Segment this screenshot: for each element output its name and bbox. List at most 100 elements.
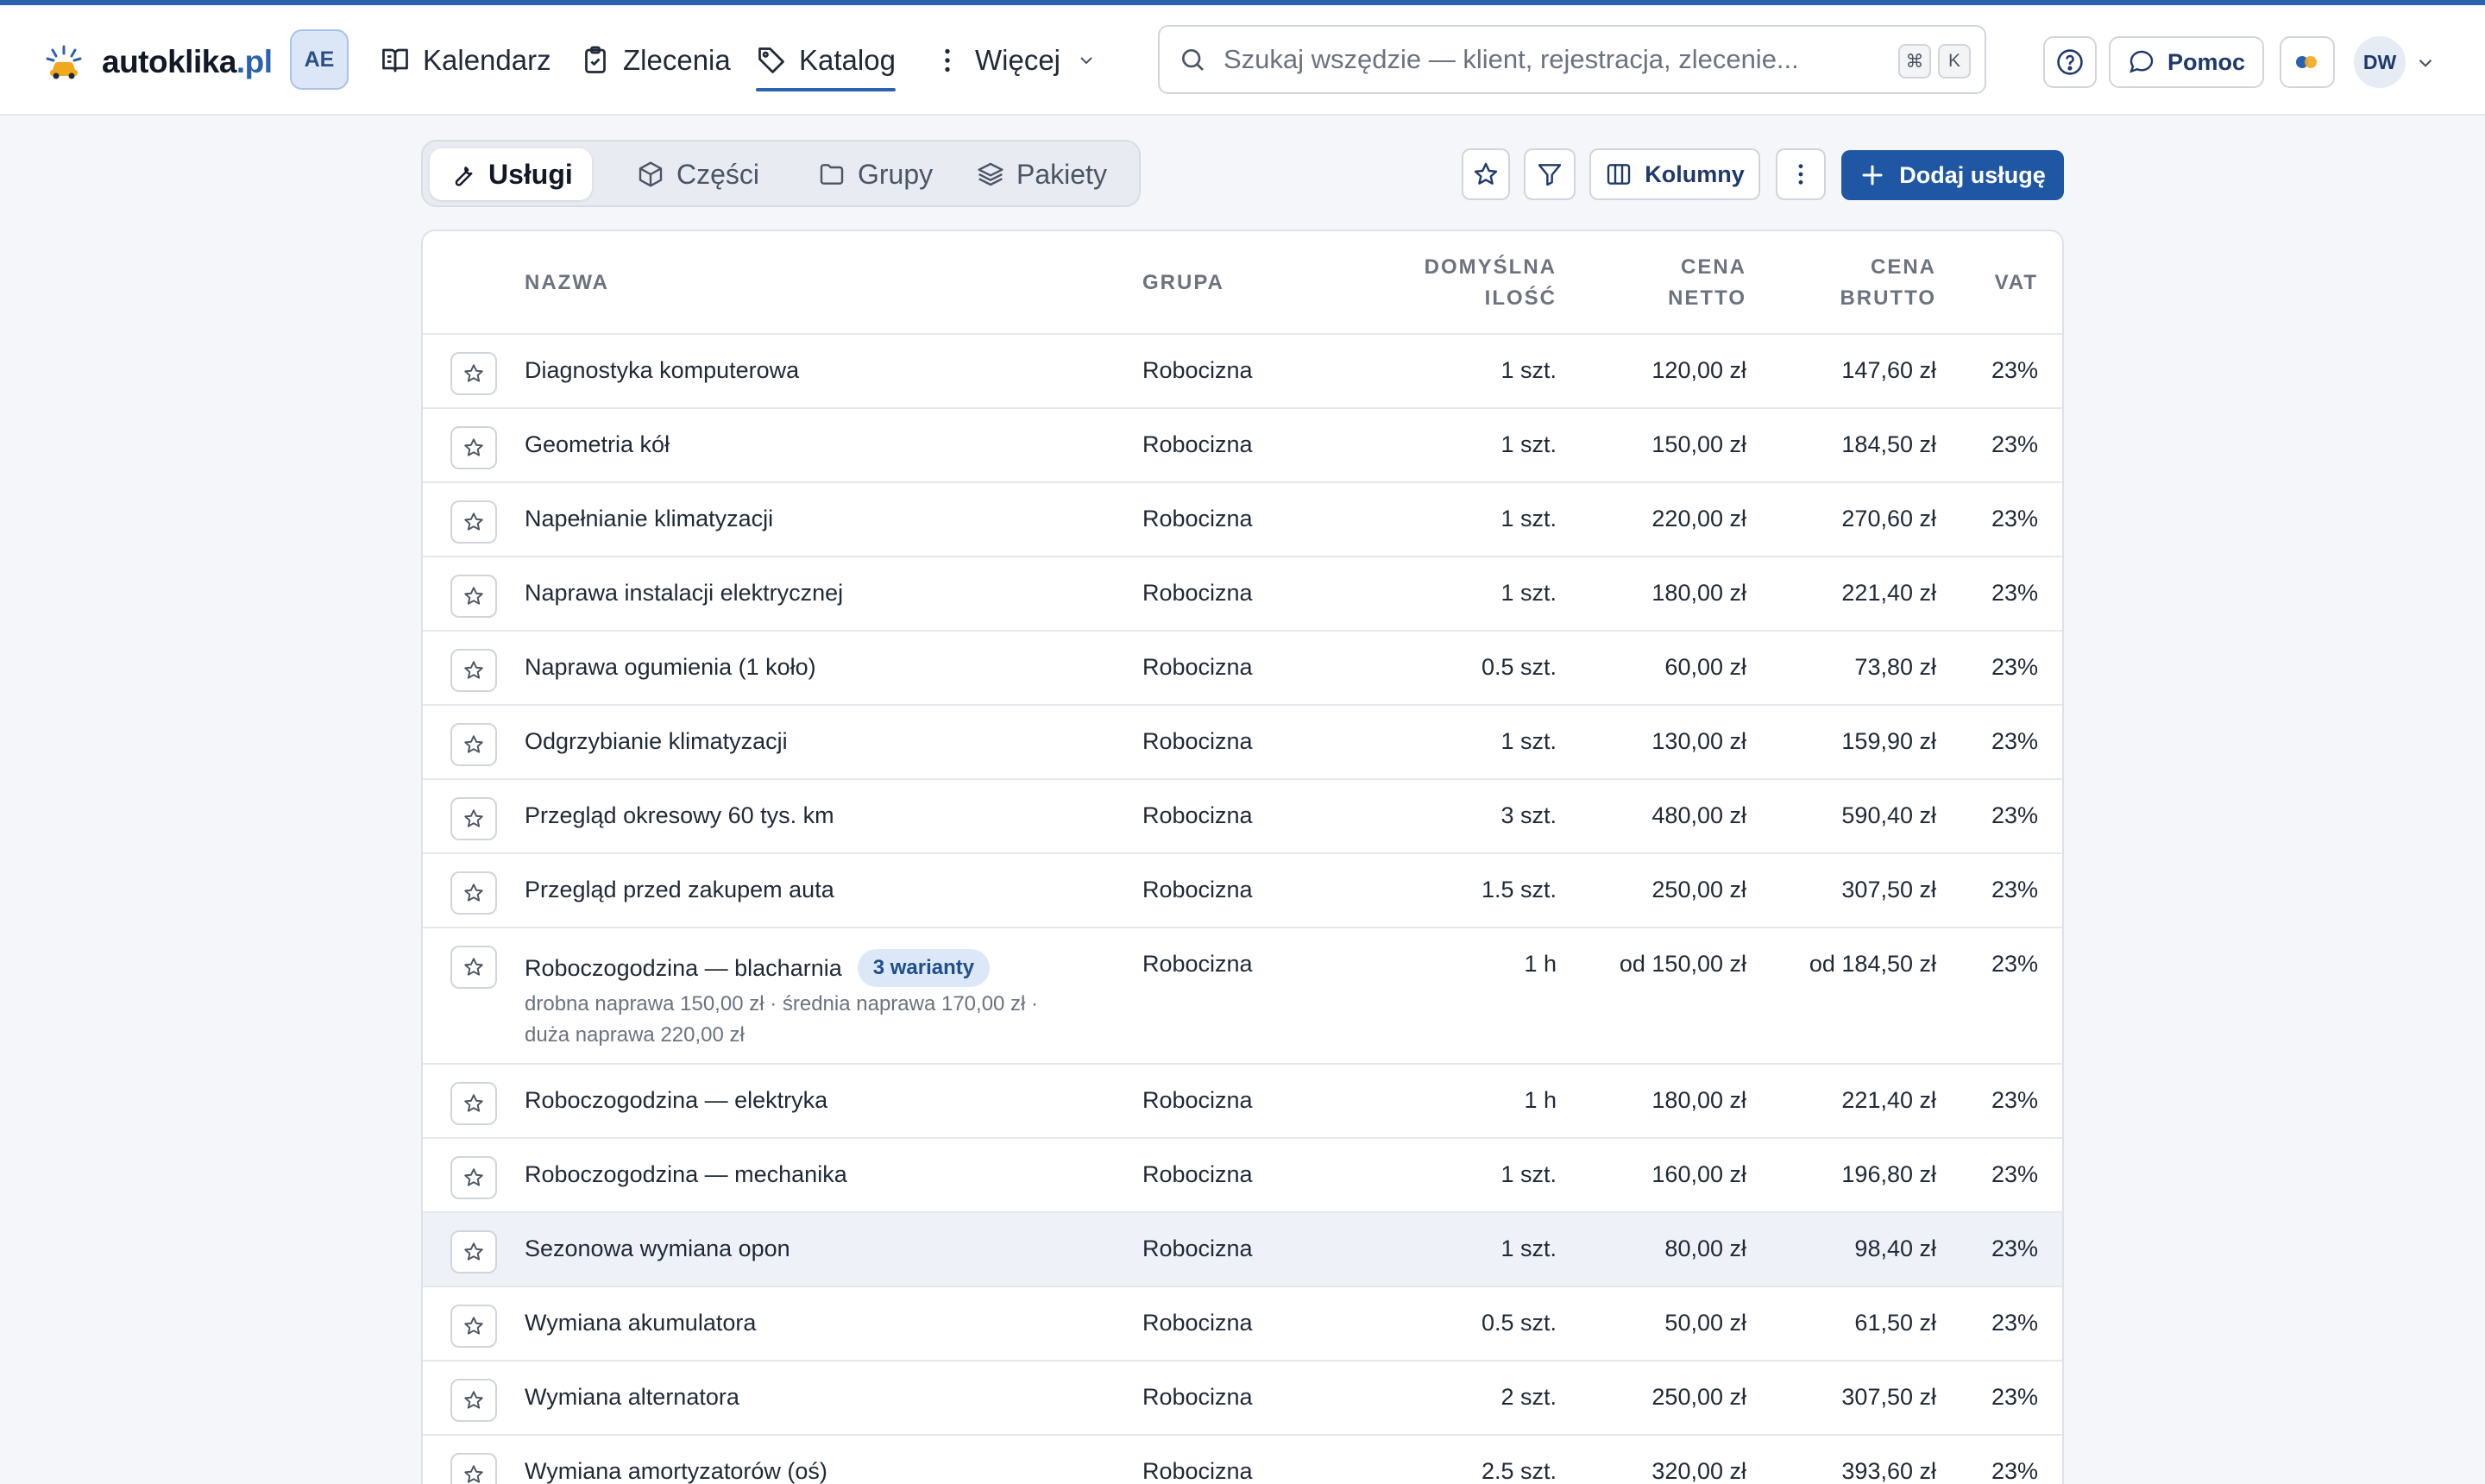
cell-net-price: 220,00 zł — [1651, 506, 1746, 531]
table-row[interactable]: Wymiana alternatora Robocizna 2 szt. 250,00… — [423, 1361, 2062, 1436]
tab-pakiety[interactable]: Pakiety — [958, 148, 1126, 200]
cell-vat: 23% — [1991, 654, 2038, 680]
tab-label: Usługi — [488, 158, 573, 190]
favorite-star-button[interactable] — [450, 649, 497, 692]
cell-name: Odgrzybianie klimatyzacji — [525, 728, 788, 755]
star-icon — [464, 1094, 483, 1112]
cell-qty: 0.5 szt. — [1481, 1310, 1557, 1336]
table-row[interactable]: Wymiana amortyzatorów (oś) Robocizna 2.5 s… — [423, 1436, 2062, 1484]
app-logo[interactable]: autoklika.pl — [45, 40, 273, 85]
theme-button[interactable] — [2280, 36, 2335, 88]
chevron-down-icon[interactable] — [2414, 52, 2437, 74]
favorite-star-button[interactable] — [450, 723, 497, 766]
cell-vat: 23% — [1991, 1236, 2038, 1261]
table-row[interactable]: Naprawa ogumienia (1 koło) Robocizna 0.5 s… — [423, 632, 2062, 706]
favorite-star-button[interactable] — [450, 1305, 497, 1348]
header-net[interactable]: CENA NETTO — [1668, 252, 1746, 314]
add-service-button[interactable]: Dodaj usługę — [1841, 150, 2064, 200]
header-name[interactable]: NAZWA — [525, 267, 609, 299]
table-row[interactable]: Roboczogodzina — blacharnia 3 warianty dro… — [423, 928, 2062, 1065]
header-gross-line2: BRUTTO — [1840, 286, 1936, 310]
favorites-filter-button[interactable] — [1462, 148, 1510, 200]
favorite-star-button[interactable] — [450, 500, 497, 544]
cell-net-price: 250,00 zł — [1651, 877, 1746, 902]
variants-badge[interactable]: 3 warianty — [857, 949, 991, 987]
tag-icon — [758, 47, 784, 73]
layers-icon — [978, 162, 1003, 186]
tab-grupy[interactable]: Grupy — [799, 148, 952, 200]
cell-gross-price: 307,50 zł — [1841, 1384, 1936, 1410]
table-row[interactable]: Roboczogodzina — mechanika Robocizna 1 szt… — [423, 1139, 2062, 1213]
header-group[interactable]: GRUPA — [1142, 267, 1224, 299]
favorite-star-button[interactable] — [450, 1230, 497, 1273]
cell-name: Roboczogodzina — elektryka — [525, 1087, 827, 1114]
columns-button[interactable]: Kolumny — [1589, 148, 1760, 200]
nav-kalendarz[interactable]: Kalendarz — [380, 36, 551, 85]
table-header: NAZWA GRUPA DOMYŚLNA ILOŚĆ CENA NETTO CE… — [423, 231, 2062, 335]
cell-gross-price: 147,60 zł — [1841, 357, 1936, 383]
star-icon — [464, 438, 483, 456]
table-row[interactable]: Sezonowa wymiana opon Robocizna 1 szt. 80,0… — [423, 1213, 2062, 1287]
nav-wiecej[interactable]: Więcej — [932, 36, 1097, 85]
table-row[interactable]: Geometria kół Robocizna 1 szt. 150,00 zł 184… — [423, 409, 2062, 483]
global-search[interactable]: ⌘ K — [1158, 25, 1986, 94]
cell-net-price: 180,00 zł — [1651, 1087, 1746, 1113]
star-icon — [464, 958, 483, 976]
header-qty[interactable]: DOMYŚLNA ILOŚĆ — [1425, 252, 1557, 314]
user-avatar[interactable]: DW — [2354, 36, 2406, 88]
service-name: Roboczogodzina — mechanika — [525, 1161, 847, 1187]
cell-name: Napełnianie klimatyzacji — [525, 506, 773, 532]
variants-description-line: drobna naprawa 150,00 zł · średnia napra… — [525, 992, 1039, 1016]
favorite-star-button[interactable] — [450, 1082, 497, 1125]
search-icon — [1182, 49, 1204, 71]
table-row[interactable]: Roboczogodzina — elektryka Robocizna 1 h 18… — [423, 1065, 2062, 1139]
favorite-star-button[interactable] — [450, 575, 497, 618]
cell-net-price: 160,00 zł — [1651, 1161, 1746, 1187]
tab-uslugi[interactable]: Usługi — [430, 148, 592, 200]
favorite-star-button[interactable] — [450, 352, 497, 395]
table-row[interactable]: Napełnianie klimatyzacji Robocizna 1 szt. 2… — [423, 483, 2062, 557]
service-name: Roboczogodzina — blacharnia — [525, 955, 842, 982]
cell-gross-price: 590,40 zł — [1841, 802, 1936, 828]
table-row[interactable]: Diagnostyka komputerowa Robocizna 1 szt. 12… — [423, 335, 2062, 409]
star-icon — [464, 809, 483, 827]
table-row[interactable]: Wymiana akumulatora Robocizna 0.5 szt. 50,0… — [423, 1287, 2062, 1361]
cell-group: Robocizna — [1142, 580, 1253, 606]
cell-qty: 1 szt. — [1500, 506, 1557, 531]
tab-label: Części — [676, 158, 760, 190]
cell-vat: 23% — [1991, 1087, 2038, 1113]
table-row[interactable]: Odgrzybianie klimatyzacji Robocizna 1 szt.… — [423, 706, 2062, 780]
pomoc-button[interactable]: Pomoc — [2109, 36, 2264, 88]
kbd-key: K — [1938, 44, 1971, 79]
service-name: Przegląd przed zakupem auta — [525, 877, 834, 902]
table-row[interactable]: Przegląd przed zakupem auta Robocizna 1.5 … — [423, 854, 2062, 928]
more-options-button[interactable] — [1776, 148, 1826, 200]
logo-car-icon — [46, 45, 82, 79]
favorite-star-button[interactable] — [450, 797, 497, 840]
nav-zlecenia[interactable]: Zlecenia — [580, 36, 731, 85]
favorite-star-button[interactable] — [450, 1379, 497, 1422]
chevron-down-icon — [1080, 57, 1092, 65]
tab-czesci[interactable]: Części — [618, 148, 778, 200]
table-row[interactable]: Przegląd okresowy 60 tys. km Robocizna 3 s… — [423, 780, 2062, 854]
nav-label: Kalendarz — [423, 44, 551, 76]
cell-qty: 0.5 szt. — [1481, 654, 1557, 680]
header-vat[interactable]: VAT — [1995, 267, 2038, 299]
cell-name: Diagnostyka komputerowa — [525, 357, 799, 384]
cell-group: Robocizna — [1142, 1458, 1253, 1484]
workspace-badge[interactable]: AE — [290, 29, 349, 90]
favorite-star-button[interactable] — [450, 426, 497, 469]
table-row[interactable]: Naprawa instalacji elektrycznej Robocizna… — [423, 557, 2062, 632]
help-button[interactable] — [2043, 36, 2097, 88]
nav-katalog[interactable]: Katalog — [756, 36, 896, 91]
star-icon — [464, 1465, 483, 1483]
filter-button[interactable] — [1524, 148, 1576, 200]
cell-group: Robocizna — [1142, 1087, 1253, 1113]
favorite-star-button[interactable] — [450, 1453, 497, 1484]
search-input[interactable] — [1224, 44, 1879, 75]
star-icon — [464, 587, 483, 605]
header-gross[interactable]: CENA BRUTTO — [1840, 252, 1936, 314]
favorite-star-button[interactable] — [450, 946, 497, 989]
favorite-star-button[interactable] — [450, 871, 497, 915]
favorite-star-button[interactable] — [450, 1156, 497, 1199]
